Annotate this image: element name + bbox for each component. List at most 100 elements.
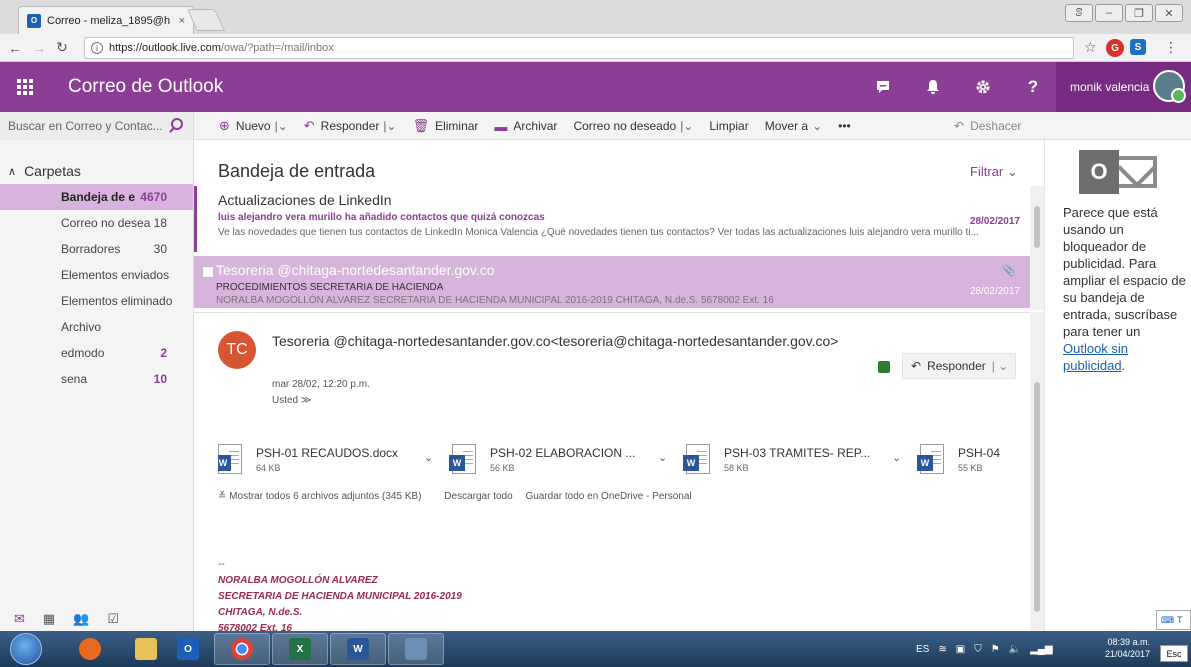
reload-icon[interactable]: ↻ — [56, 39, 68, 56]
header-icons: ? — [858, 62, 1058, 112]
tasks-icon[interactable]: ☑ — [107, 611, 119, 627]
folder-junk[interactable]: Correo no desea 18 — [0, 210, 193, 236]
back-arrow-icon[interactable]: ← — [8, 40, 22, 56]
start-button[interactable] — [10, 633, 42, 665]
maximize-button[interactable]: ❐ — [1125, 4, 1153, 22]
mail-icon[interactable]: ✉ — [14, 611, 25, 627]
user-name: monik valencia — [1070, 80, 1150, 94]
tab-close-icon[interactable]: × — [179, 15, 185, 27]
taskbar-app[interactable] — [388, 633, 444, 665]
folders-header[interactable]: ∧ Carpetas — [8, 163, 81, 179]
move-to-button[interactable]: Mover a ⌄ — [765, 119, 822, 133]
chevron-down-icon[interactable]: |⌄ — [383, 119, 396, 133]
list-scrollbar[interactable] — [1030, 186, 1044, 310]
message-checkbox[interactable] — [202, 266, 214, 278]
attachment-item[interactable]: W PSH-02 ELABORACION ... 56 KB ⌄ — [449, 437, 672, 481]
addin-icon[interactable] — [878, 361, 890, 373]
undo-button[interactable]: ↶ Deshacer — [954, 112, 1021, 140]
folder-drafts[interactable]: Borradores 30 — [0, 236, 193, 262]
close-window-button[interactable]: ✕ — [1155, 4, 1183, 22]
browser-tab[interactable]: O Correo - meliza_1895@h × — [18, 6, 194, 34]
reading-scrollbar-thumb[interactable] — [1034, 382, 1040, 612]
extension-s-icon[interactable]: S — [1130, 39, 1146, 55]
keyboard-icon: ⌨ — [1161, 614, 1174, 625]
taskbar-outlook[interactable]: O — [160, 633, 216, 665]
attachment-item[interactable]: W PSH-01 RECAUDOS.docx 64 KB ⌄ — [218, 437, 438, 481]
filter-button[interactable]: Filtrar ⌄ — [970, 164, 1018, 180]
taskbar-word[interactable]: W — [330, 633, 386, 665]
search-icon[interactable] — [171, 118, 183, 130]
program-icon — [405, 638, 427, 660]
app-launcher-icon[interactable] — [0, 62, 50, 112]
save-onedrive-link[interactable]: Guardar todo en OneDrive - Personal — [525, 491, 691, 502]
folder-archive[interactable]: Archivo — [0, 314, 193, 340]
folder-edmodo[interactable]: edmodo 2 — [0, 340, 193, 366]
url-field[interactable]: i https://outlook.live.com/owa/?path=/ma… — [84, 37, 1074, 59]
taskbar-chrome[interactable] — [214, 633, 270, 665]
chevron-down-icon[interactable]: ⌄ — [424, 451, 433, 464]
help-icon[interactable]: ? — [1008, 62, 1058, 112]
delete-button[interactable]: 🗑 Eliminar — [413, 118, 479, 134]
show-all-attachments-link[interactable]: ≚ Mostrar todos 6 archivos adjuntos (345… — [218, 491, 432, 502]
bell-icon[interactable] — [908, 62, 958, 112]
language-indicator[interactable]: ES — [916, 644, 929, 655]
folder-inbox[interactable]: Bandeja de e 4670 — [0, 184, 193, 210]
junk-button[interactable]: Correo no deseado |⌄ — [573, 119, 693, 133]
extension-icon[interactable]: G — [1106, 39, 1124, 57]
sweep-button[interactable]: Limpiar — [709, 119, 748, 133]
info-icon[interactable]: i — [91, 42, 103, 54]
minimize-button[interactable]: – — [1095, 4, 1123, 22]
taskbar-excel[interactable]: X — [272, 633, 328, 665]
taskbar-firefox[interactable] — [62, 633, 118, 665]
bookmark-star-icon[interactable]: ☆ — [1084, 39, 1097, 56]
list-scrollbar-thumb[interactable] — [1034, 206, 1040, 248]
list-item[interactable]: Actualizaciones de LinkedIn luis alejand… — [194, 186, 1030, 252]
chat-icon[interactable] — [858, 62, 908, 112]
reading-scrollbar[interactable] — [1030, 312, 1044, 631]
attachment-item[interactable]: W PSH-03 TRAMITES- REP... 58 KB ⌄ — [683, 437, 906, 481]
folder-deleted[interactable]: Elementos eliminado — [0, 288, 193, 314]
chevron-down-icon[interactable]: ⌄ — [892, 451, 901, 464]
chevron-down-icon[interactable]: | ⌄ — [992, 359, 1009, 373]
network-icon[interactable]: ▂▄▆ — [1030, 644, 1052, 655]
forward-arrow-icon[interactable]: → — [32, 40, 46, 56]
chevron-down-icon[interactable]: |⌄ — [680, 119, 693, 133]
reply-button[interactable]: ↶ Responder | ⌄ — [902, 353, 1016, 379]
gear-icon[interactable] — [958, 62, 1008, 112]
browser-menu-icon[interactable]: ⋮ — [1164, 39, 1178, 56]
attachment-icon: 📎 — [1002, 265, 1016, 277]
wifi-icon[interactable]: ≋ — [938, 644, 946, 655]
archive-button[interactable]: ▬ Archivar — [494, 119, 557, 134]
recipients[interactable]: Usted ≫ — [272, 395, 311, 406]
volume-icon[interactable]: 🔈 — [1009, 644, 1021, 655]
attachment-item[interactable]: W PSH-04 55 KB — [917, 437, 1030, 481]
folder-sent[interactable]: Elementos enviados — [0, 262, 193, 288]
page-title: Bandeja de entrada — [218, 161, 376, 181]
tray-app-icon[interactable]: ▣ — [956, 644, 965, 655]
flag-icon[interactable]: ⚑ — [991, 644, 1000, 655]
from-address[interactable]: Tesoreria @chitaga-nortedesantander.gov.… — [272, 333, 838, 349]
people-icon[interactable]: 👥 — [73, 611, 89, 627]
attachment-list: W PSH-01 RECAUDOS.docx 64 KB ⌄ W PSH-02 E… — [218, 437, 1030, 483]
chevron-down-icon[interactable]: ⌄ — [658, 451, 667, 464]
user-profile-button[interactable]: ꕷ — [1065, 4, 1093, 22]
reply-icon: ↶ — [911, 359, 922, 373]
list-item-selected[interactable]: Tesoreria @chitaga-nortedesantander.gov.… — [194, 256, 1030, 308]
ime-indicator[interactable]: ⌨ T — [1156, 610, 1191, 630]
new-button[interactable]: ⊕ Nuevo |⌄ — [219, 118, 288, 134]
more-actions-button[interactable]: ••• — [838, 119, 851, 133]
folder-sena[interactable]: sena 10 — [0, 366, 193, 392]
avatar[interactable] — [1153, 70, 1186, 103]
calendar-icon[interactable]: ▦ — [43, 611, 55, 627]
shield-icon[interactable]: ⛉ — [974, 644, 982, 655]
chevron-down-icon[interactable]: |⌄ — [275, 119, 288, 133]
reply-button[interactable]: ↶ Responder |⌄ — [304, 118, 397, 134]
message-subject: PROCEDIMIENTOS SECRETARIA DE HACIENDA — [216, 282, 444, 293]
download-all-link[interactable]: Descargar todo — [444, 491, 512, 502]
outlook-adfree-link[interactable]: Outlook sin publicidad — [1063, 341, 1128, 373]
esc-button[interactable]: Esc — [1160, 645, 1188, 662]
app-title[interactable]: Correo de Outlook — [68, 76, 223, 98]
search-input[interactable]: Buscar en Correo y Contac... — [0, 112, 194, 140]
clock[interactable]: 08:39 a.m. 21/04/2017 — [1096, 636, 1150, 660]
user-account[interactable]: monik valencia — [1056, 62, 1191, 112]
